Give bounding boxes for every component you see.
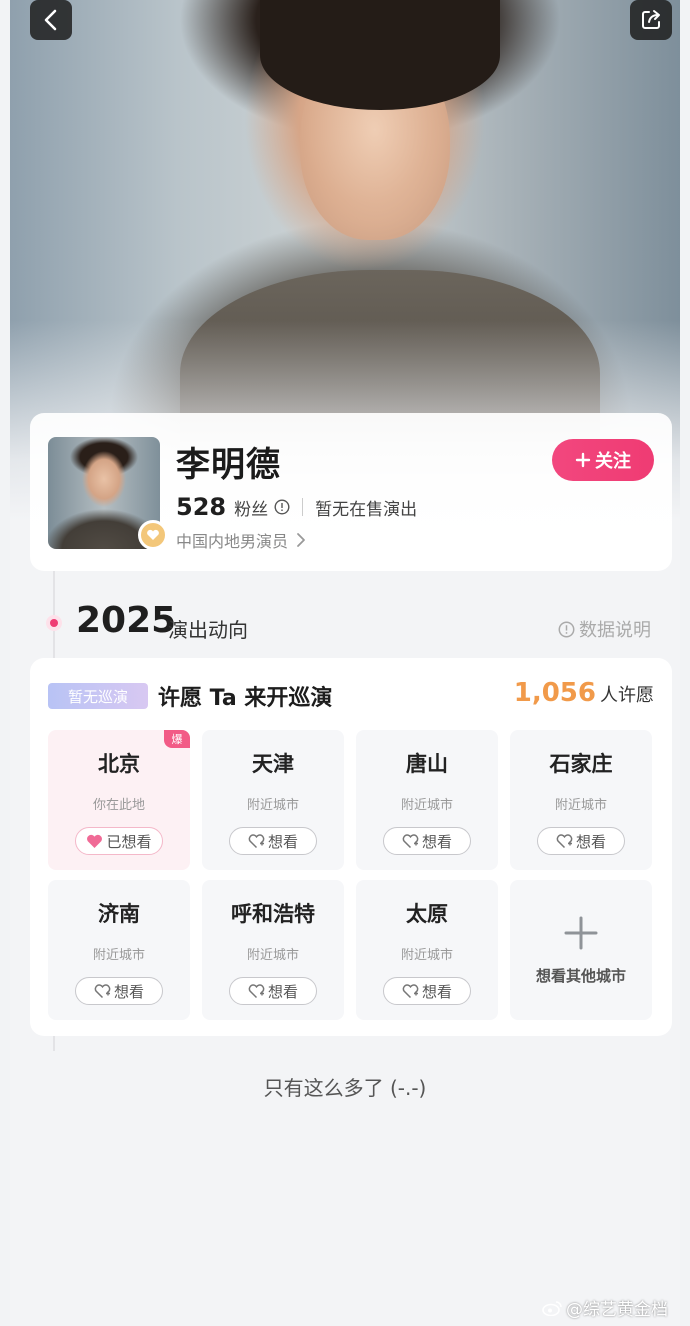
hero-hair-shape — [260, 0, 500, 110]
want-button[interactable]: 已想看 — [75, 827, 163, 855]
city-sub: 附近城市 — [246, 948, 299, 963]
no-tour-badge: 暂无巡演 — [48, 683, 148, 709]
plus-icon — [575, 452, 591, 468]
weibo-logo-icon — [542, 1300, 562, 1316]
want-label: 想看 — [267, 832, 298, 851]
wish-count-row: 1,056 人许愿 — [514, 678, 654, 708]
city-card-beijing[interactable]: 爆 北京 你在此地 已想看 — [48, 730, 190, 870]
fans-row: 528 粉丝 暂无在售演出 — [176, 493, 417, 521]
city-card-tianjin[interactable]: 天津 附近城市 想看 — [202, 730, 344, 870]
tour-wish-title: 许愿 Ta 来开巡演 — [158, 686, 333, 711]
want-label: 想看 — [421, 832, 452, 851]
heart-plus-icon — [248, 983, 265, 998]
timeline-year: 2025 — [76, 600, 177, 641]
info-icon[interactable] — [274, 499, 290, 515]
divider — [302, 498, 304, 516]
heart-plus-icon — [556, 833, 573, 848]
fans-count: 528 — [176, 493, 227, 521]
wish-count: 1,056 — [513, 678, 596, 708]
city-name: 天津 — [252, 752, 294, 776]
back-arrow-icon — [44, 9, 57, 31]
no-show-status: 暂无在售演出 — [315, 500, 418, 520]
wish-label: 人许愿 — [600, 685, 654, 706]
heart-plus-icon — [94, 983, 111, 998]
watermark: @综艺黄金档 — [542, 1295, 668, 1320]
city-card-taiyuan[interactable]: 太原 附近城市 想看 — [356, 880, 498, 1020]
heart-plus-icon — [248, 833, 265, 848]
want-label: 想看 — [575, 832, 606, 851]
want-label: 想看 — [113, 982, 144, 1001]
city-name: 济南 — [98, 902, 140, 926]
want-button[interactable]: 想看 — [75, 977, 163, 1005]
want-button[interactable]: 想看 — [229, 977, 317, 1005]
share-icon — [642, 10, 660, 29]
want-button[interactable]: 想看 — [537, 827, 625, 855]
want-button[interactable]: 想看 — [383, 827, 471, 855]
city-sub: 附近城市 — [400, 948, 453, 963]
back-button[interactable] — [30, 0, 72, 40]
data-note-link[interactable]: 数据说明 — [558, 616, 651, 642]
add-city-button[interactable]: 想看其他城市 — [510, 880, 652, 1020]
add-city-label: 想看其他城市 — [535, 966, 626, 985]
follow-label: 关注 — [595, 451, 631, 472]
timeline-dot — [46, 615, 62, 631]
want-label: 已想看 — [106, 832, 152, 851]
city-name: 石家庄 — [549, 752, 613, 776]
want-label: 想看 — [421, 982, 452, 1001]
occupation-label: 中国内地男演员 — [176, 532, 289, 551]
want-button[interactable]: 想看 — [383, 977, 471, 1005]
artist-page: 李明德 528 粉丝 暂无在售演出 中国内地男演员 关注 2025 演出动向 数… — [10, 0, 680, 1326]
watermark-text: @综艺黄金档 — [566, 1300, 668, 1320]
heart-icon — [87, 834, 103, 848]
city-name: 唐山 — [406, 752, 448, 776]
city-sub: 附近城市 — [400, 798, 453, 813]
city-sub: 附近城市 — [246, 798, 299, 813]
artist-name: 李明德 — [176, 445, 281, 485]
want-button[interactable]: 想看 — [229, 827, 317, 855]
occupation-link[interactable]: 中国内地男演员 — [176, 528, 308, 552]
city-sub: 附近城市 — [92, 948, 145, 963]
follow-button[interactable]: 关注 — [552, 439, 654, 481]
data-note-label: 数据说明 — [579, 620, 651, 641]
want-label: 想看 — [267, 982, 298, 1001]
share-button[interactable] — [630, 0, 672, 40]
city-name: 北京 — [98, 752, 140, 776]
city-card-shijiazhuang[interactable]: 石家庄 附近城市 想看 — [510, 730, 652, 870]
city-sub: 你在此地 — [92, 798, 145, 813]
profile-card: 李明德 528 粉丝 暂无在售演出 中国内地男演员 关注 — [30, 413, 672, 571]
hot-tag: 爆 — [164, 730, 190, 748]
end-of-list-text: 只有这么多了 (-.-) — [263, 1076, 427, 1100]
heart-plus-icon — [402, 983, 419, 998]
chevron-right-icon — [297, 533, 305, 547]
city-card-jinan[interactable]: 济南 附近城市 想看 — [48, 880, 190, 1020]
info-icon — [558, 621, 575, 637]
city-card-hohhot[interactable]: 呼和浩特 附近城市 想看 — [202, 880, 344, 1020]
city-name: 太原 — [406, 902, 448, 926]
city-card-tangshan[interactable]: 唐山 附近城市 想看 — [356, 730, 498, 870]
city-grid: 爆 北京 你在此地 已想看 天津 附近城市 想看 唐山 附近城市 想看 石家庄 … — [48, 730, 654, 1020]
city-name: 呼和浩特 — [231, 902, 315, 926]
section-title: 演出动向 — [168, 618, 248, 642]
verified-badge-icon — [138, 520, 168, 550]
heart-plus-icon — [402, 833, 419, 848]
tour-wish-card: 暂无巡演 许愿 Ta 来开巡演 1,056 人许愿 爆 北京 你在此地 已想看 … — [30, 658, 672, 1036]
fans-label: 粉丝 — [234, 500, 269, 520]
city-sub: 附近城市 — [554, 798, 607, 813]
plus-icon — [564, 916, 598, 949]
